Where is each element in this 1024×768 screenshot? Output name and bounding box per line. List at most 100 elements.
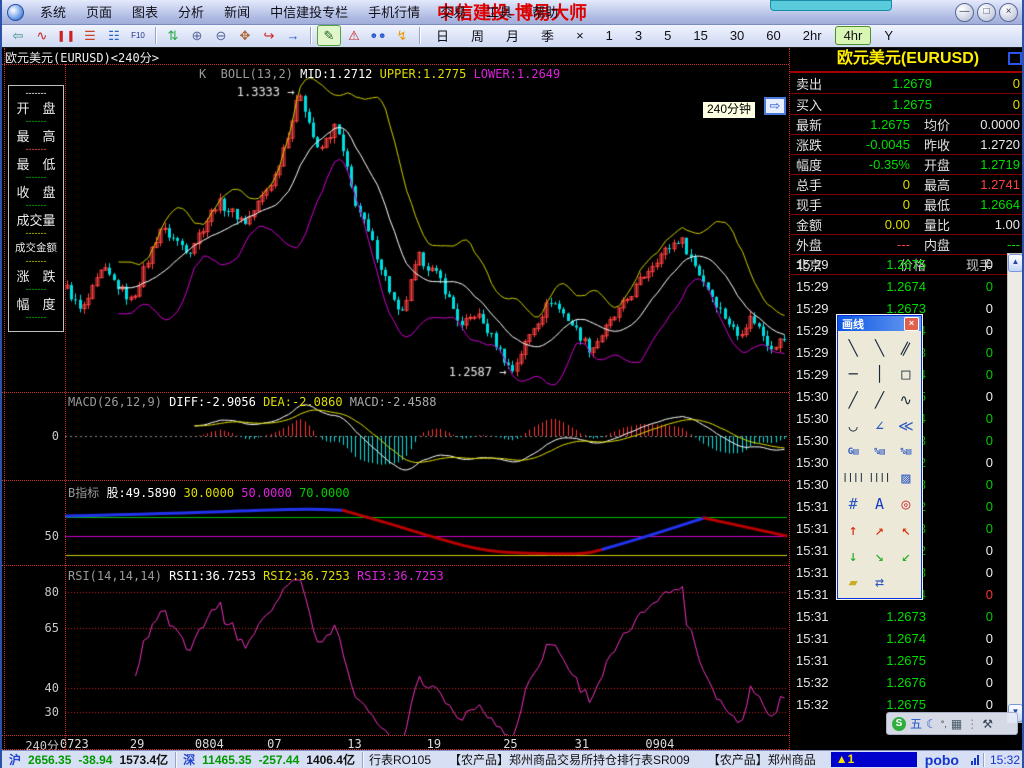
undo-redo-tool[interactable]: ⇄ (866, 569, 892, 595)
menu-item-中信建投专栏[interactable]: 中信建投专栏 (260, 1, 358, 24)
text-tool-glyph: A (875, 495, 884, 513)
zoom-out-icon[interactable]: ⊖ (210, 26, 232, 45)
period-月[interactable]: 月 (497, 24, 528, 47)
legend-label: 成交量 (16, 212, 55, 229)
sogou-logo[interactable]: S (892, 717, 906, 731)
trend-line-up-tool-glyph: ╱ (849, 391, 858, 409)
arrow-sw-icon[interactable]: ↙ (893, 543, 919, 569)
menu-item-分析[interactable]: 分析 (168, 1, 214, 24)
tick-scrollbar[interactable]: ▲ ▼ (1007, 253, 1024, 723)
wubi-mode[interactable]: 五 (910, 717, 922, 731)
segment-up-tool[interactable]: ╱ (866, 387, 892, 413)
punctuation-mode[interactable]: °, (941, 717, 947, 731)
left-edge-separator (4, 48, 5, 750)
arrow-up-icon[interactable]: ↑ (840, 517, 866, 543)
horizontal-line-tool[interactable]: ─ (840, 361, 866, 387)
minimize-button[interactable]: — (955, 3, 974, 22)
vertical-percent-tool[interactable]: |||| (866, 465, 892, 491)
hot-key-icon[interactable]: ↯ (391, 26, 413, 45)
palette-titlebar[interactable]: 画线 × (838, 316, 921, 331)
scroll-up-button[interactable]: ▲ (1008, 254, 1023, 272)
period-Y[interactable]: Y (875, 26, 902, 45)
drag-hand-icon[interactable]: ✥ (234, 26, 256, 45)
angle-tool[interactable]: ∠ (866, 413, 892, 439)
quote-rows: 卖出1.26790买入1.26750最新1.2675均价0.0000涨跌-0.0… (790, 73, 1024, 255)
menu-item-图表[interactable]: 图表 (122, 1, 168, 24)
golden-section-tool[interactable]: G▤ (840, 439, 866, 465)
period-2hr[interactable]: 2hr (794, 26, 831, 45)
menu-item-页面[interactable]: 页面 (76, 1, 122, 24)
page-forward-icon[interactable]: ↪ (258, 26, 280, 45)
period-15[interactable]: 15 (684, 26, 716, 45)
menu-item-系统[interactable]: 系统 (30, 1, 76, 24)
trend-line-down-tool[interactable]: ╲ (840, 335, 866, 361)
draw-line-icon[interactable]: ✎ (317, 25, 341, 46)
page-jump-icon[interactable]: → (282, 26, 304, 45)
menu-item-交易[interactable]: 交易 (430, 1, 476, 24)
arrow-down-icon[interactable]: ↓ (840, 543, 866, 569)
percent-line-tool[interactable]: %▤ (866, 439, 892, 465)
arrow-se-icon[interactable]: ↘ (866, 543, 892, 569)
rectangle-tool[interactable]: □ (893, 361, 919, 387)
trend-chart-icon[interactable]: ∿ (31, 26, 53, 45)
period-60[interactable]: 60 (757, 26, 789, 45)
back-button[interactable]: ⇦ (7, 26, 29, 45)
quote-list-icon[interactable]: ☰ (79, 26, 101, 45)
f10-info-icon[interactable]: F10 (127, 26, 149, 45)
palette-close-icon[interactable]: × (904, 317, 919, 331)
period-5[interactable]: 5 (655, 26, 680, 45)
arrow-nw-icon[interactable]: ↖ (893, 517, 919, 543)
period-30[interactable]: 30 (721, 26, 753, 45)
period-周[interactable]: 周 (462, 24, 493, 47)
quote-stat-row: 最新1.2675均价0.0000 (790, 115, 1024, 135)
candlestick-chart-canvas[interactable] (65, 64, 787, 392)
quote-stat-row: 幅度-0.35%开盘1.2719 (790, 155, 1024, 175)
parallel-lines-tool[interactable]: ∥ (893, 335, 919, 361)
gann-fan-tool[interactable]: ≪ (893, 413, 919, 439)
menu-item-帮助[interactable]: 帮助 (522, 1, 568, 24)
tick-time: 15:31 (796, 609, 848, 624)
moon-icon[interactable]: ☾ (926, 717, 937, 731)
next-page-arrow-button[interactable]: ⇨ (764, 97, 786, 115)
kline-chart-icon[interactable]: ▌▐ (55, 26, 77, 45)
panel-restore-icon[interactable] (1008, 52, 1022, 65)
menu-item-手机行情[interactable]: 手机行情 (358, 1, 430, 24)
users-icon[interactable]: ☻☻ (367, 26, 389, 45)
vertical-line-tool[interactable]: │ (866, 361, 892, 387)
trend-line-up-tool[interactable]: ╱ (840, 387, 866, 413)
segment-down-tool[interactable]: ╲ (866, 335, 892, 361)
period-季[interactable]: 季 (532, 24, 563, 47)
period-×[interactable]: × (567, 26, 593, 45)
alarm-icon[interactable]: ⚠ (343, 26, 365, 45)
close-button[interactable]: × (999, 3, 1018, 22)
period-1[interactable]: 1 (597, 26, 622, 45)
settings-wrench-icon[interactable]: ⚒ (982, 717, 993, 731)
wave-curve-tool[interactable]: ∿ (893, 387, 919, 413)
period-日[interactable]: 日 (427, 24, 458, 47)
soft-keyboard-icon[interactable]: ▦ (951, 717, 962, 731)
menu-dots-icon[interactable]: ⋮ (966, 717, 978, 731)
period-3[interactable]: 3 (626, 26, 651, 45)
field-legend-sidebar: -------开 盘-------最 高-------最 低-------收 盘… (8, 85, 64, 332)
percent-line2-tool[interactable]: %▤ (893, 439, 919, 465)
band-line-tool[interactable]: # (840, 491, 866, 517)
arrow-ne-icon[interactable]: ↗ (866, 517, 892, 543)
tick-price: 1.2676 (848, 675, 926, 690)
rsi-panel-canvas[interactable] (65, 565, 787, 735)
quote-extra: 0 (964, 97, 1020, 112)
alert-badge[interactable]: ▲1 (831, 752, 917, 767)
vertical-golden-tool[interactable]: |||| (840, 465, 866, 491)
zoom-in-icon[interactable]: ⊕ (186, 26, 208, 45)
cycle-tool[interactable]: ◎ (893, 491, 919, 517)
restore-button[interactable]: □ (977, 3, 996, 22)
info-list-icon[interactable]: ☷ (103, 26, 125, 45)
menu-item-工具[interactable]: 工具 (476, 1, 522, 24)
channel-tool[interactable]: ▨ (893, 465, 919, 491)
period-4hr[interactable]: 4hr (835, 26, 872, 45)
menu-item-新闻[interactable]: 新闻 (214, 1, 260, 24)
quote-value: 1.2679 (848, 76, 932, 91)
arc-tool[interactable]: ◡ (840, 413, 866, 439)
text-tool[interactable]: A (866, 491, 892, 517)
eraser-tool[interactable]: ▰ (840, 569, 866, 595)
refresh-icon[interactable]: ⇅ (162, 26, 184, 45)
